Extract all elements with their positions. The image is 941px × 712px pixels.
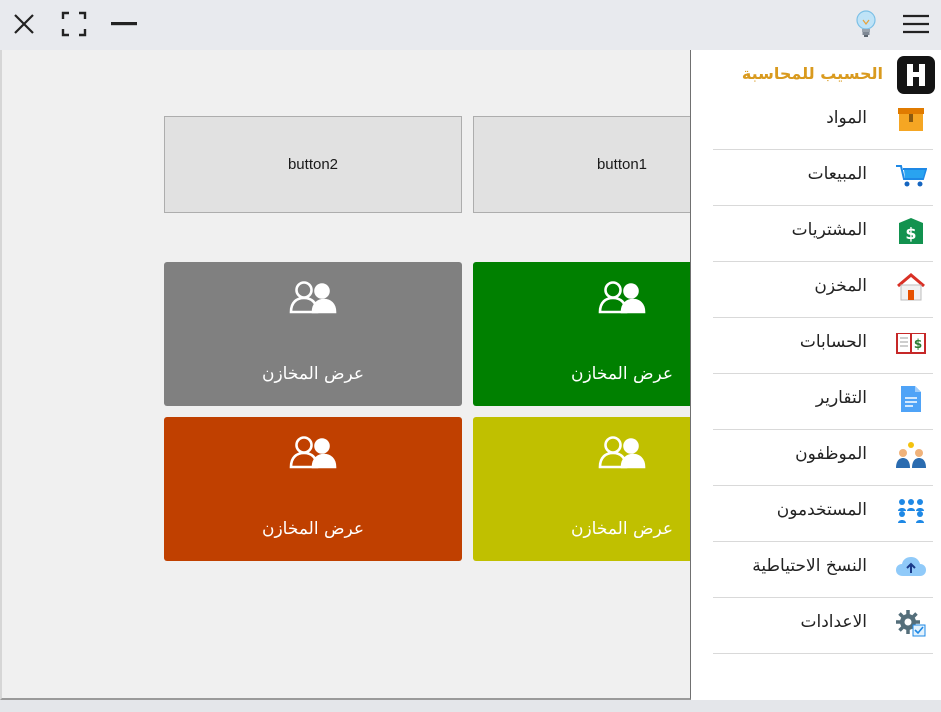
sidebar-item-accounts[interactable]: $ الحسابات xyxy=(713,318,933,374)
tile-label: عرض المخازن xyxy=(261,519,365,539)
sidebar-item-label: المشتريات xyxy=(791,220,867,240)
minimize-icon[interactable] xyxy=(108,8,140,40)
sidebar-item-backups[interactable]: النسخ الاحتياطية xyxy=(713,542,933,598)
sidebar-item-label: المواد xyxy=(826,108,867,128)
title-bar xyxy=(0,0,941,50)
button1[interactable]: button1 xyxy=(473,116,690,213)
users-group-icon xyxy=(895,496,927,526)
sidebar-item-reports[interactable]: التقارير xyxy=(713,374,933,430)
maximize-icon[interactable] xyxy=(58,8,90,40)
close-icon[interactable] xyxy=(8,8,40,40)
document-icon xyxy=(895,384,927,414)
svg-text:$: $ xyxy=(905,224,916,243)
users-icon xyxy=(289,435,337,473)
button2[interactable]: button2 xyxy=(164,116,462,213)
settings-gear-icon xyxy=(895,608,927,638)
cloud-upload-icon xyxy=(895,552,927,582)
status-strip xyxy=(0,700,941,712)
main-content: button2 button1 عرض المخازن عرض المخازن xyxy=(0,50,691,700)
sidebar-item-label: التقارير xyxy=(815,388,867,408)
sidebar: الحسيب للمحاسبة المواد المبيعات $ المشتر… xyxy=(691,50,941,700)
tile-label: عرض المخازن xyxy=(570,364,674,384)
shopping-cart-icon xyxy=(895,160,927,190)
svg-text:$: $ xyxy=(914,337,922,351)
sidebar-item-label: الاعدادات xyxy=(800,612,867,632)
tile-label: عرض المخازن xyxy=(261,364,365,384)
sidebar-item-employees[interactable]: الموظفون xyxy=(713,430,933,486)
tile-stores-gray[interactable]: عرض المخازن xyxy=(164,262,462,406)
users-icon xyxy=(289,280,337,318)
sidebar-item-label: المخزن xyxy=(814,276,867,296)
house-icon xyxy=(895,272,927,302)
sidebar-item-settings[interactable]: الاعدادات xyxy=(713,598,933,654)
ledger-book-icon: $ xyxy=(895,328,927,358)
tile-stores-yellow[interactable]: عرض المخازن xyxy=(473,417,690,561)
tile-stores-orange[interactable]: عرض المخازن xyxy=(164,417,462,561)
sidebar-item-sales[interactable]: المبيعات xyxy=(713,150,933,206)
box-icon xyxy=(895,104,927,134)
users-icon xyxy=(598,280,646,318)
users-icon xyxy=(598,435,646,473)
tile-label: عرض المخازن xyxy=(570,519,674,539)
app-logo-icon xyxy=(897,56,935,94)
sidebar-item-label: المستخدمون xyxy=(776,500,867,520)
sidebar-item-purchases[interactable]: $ المشتريات xyxy=(713,206,933,262)
sidebar-item-warehouse[interactable]: المخزن xyxy=(713,262,933,318)
lightbulb-icon[interactable] xyxy=(850,8,882,40)
tile-stores-green[interactable]: عرض المخازن xyxy=(473,262,690,406)
sidebar-item-label: الحسابات xyxy=(799,332,867,352)
sidebar-item-label: المبيعات xyxy=(807,164,867,184)
brand-title: الحسيب للمحاسبة xyxy=(741,64,883,83)
employees-icon xyxy=(895,440,927,470)
sidebar-item-materials[interactable]: المواد xyxy=(713,94,933,150)
sidebar-item-label: النسخ الاحتياطية xyxy=(752,556,867,576)
divider xyxy=(713,653,933,654)
sidebar-item-users[interactable]: المستخدمون xyxy=(713,486,933,542)
dollar-tag-icon: $ xyxy=(895,216,927,246)
sidebar-item-label: الموظفون xyxy=(795,444,867,464)
hamburger-menu-icon[interactable] xyxy=(900,8,932,40)
